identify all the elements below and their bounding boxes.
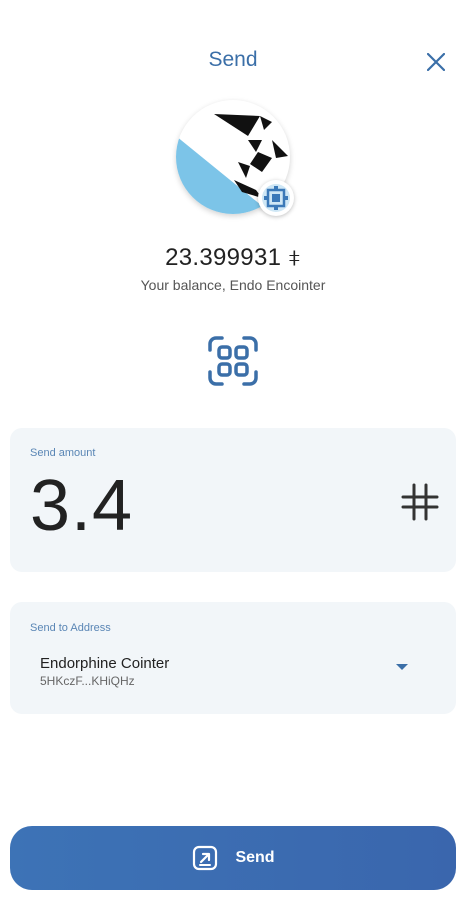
send-button-label: Send	[235, 849, 275, 866]
recipient-dropdown-button[interactable]	[394, 660, 410, 672]
close-icon	[427, 53, 445, 71]
community-badge-icon	[258, 180, 294, 216]
recipient-name: Endorphine Cointer	[40, 655, 170, 672]
community-currency-icon	[400, 482, 440, 522]
page-title: Send	[208, 48, 258, 71]
send-arrow-icon	[193, 845, 218, 871]
balance-value: 23.399931 ⧧	[165, 244, 301, 271]
amount-label: Send amount	[30, 447, 96, 459]
send-button[interactable]: Send	[10, 826, 456, 890]
recipient-address: 5HKczF...KHiQHz	[40, 674, 135, 688]
qr-scan-button[interactable]	[206, 334, 260, 388]
balance-label: Your balance, Endo Encointer	[140, 277, 326, 293]
amount-input[interactable]: 3.4	[30, 470, 133, 542]
qr-scan-icon	[208, 336, 258, 386]
dropdown-arrow-icon	[396, 664, 408, 670]
community-avatar	[176, 100, 294, 216]
recipient-label: Send to Address	[30, 622, 111, 634]
close-button[interactable]	[420, 46, 452, 78]
